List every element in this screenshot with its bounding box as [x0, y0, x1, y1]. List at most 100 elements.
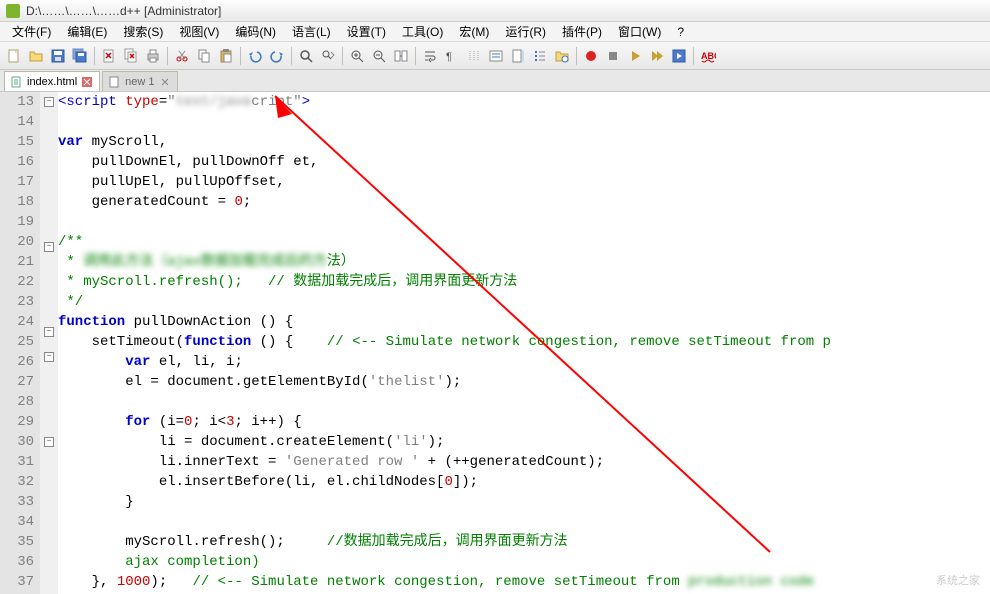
redo-icon[interactable]: [267, 46, 287, 66]
toolbar-separator: [415, 47, 416, 65]
code-line[interactable]: ajax completion): [58, 552, 990, 572]
code-line[interactable]: [58, 112, 990, 132]
code-line[interactable]: for (i=0; i<3; i++) {: [58, 412, 990, 432]
find-icon[interactable]: [296, 46, 316, 66]
code-line[interactable]: [58, 512, 990, 532]
app-icon: [6, 4, 20, 18]
doc-map-icon[interactable]: [508, 46, 528, 66]
code-area[interactable]: <script type="text/javacript"> var myScro…: [58, 92, 990, 594]
menu-file[interactable]: 文件(F): [4, 21, 59, 42]
toolbar-separator: [342, 47, 343, 65]
copy-icon[interactable]: [194, 46, 214, 66]
code-line[interactable]: myScroll.refresh(); //数据加载完成后，调用界面更新方法: [58, 532, 990, 552]
show-all-chars-icon[interactable]: ¶: [442, 46, 462, 66]
code-line[interactable]: li = document.createElement('li');: [58, 432, 990, 452]
menu-run[interactable]: 运行(R): [497, 21, 554, 42]
tab-label: new 1: [125, 76, 154, 88]
print-icon[interactable]: [143, 46, 163, 66]
cut-icon[interactable]: [172, 46, 192, 66]
code-line[interactable]: generatedCount = 0;: [58, 192, 990, 212]
sync-view-icon[interactable]: [391, 46, 411, 66]
code-line[interactable]: * 调用此方法（ajax数据加载完成后的方法）: [58, 252, 990, 272]
code-line[interactable]: }: [58, 492, 990, 512]
macro-stop-icon[interactable]: [603, 46, 623, 66]
titlebar: D:\……\……\……d++ [Administrator]: [0, 0, 990, 22]
code-line[interactable]: [58, 392, 990, 412]
tab-close-icon[interactable]: [81, 76, 93, 88]
menu-view[interactable]: 视图(V): [171, 21, 227, 42]
macro-play-multi-icon[interactable]: [647, 46, 667, 66]
fold-toggle[interactable]: −: [44, 352, 54, 362]
fold-toggle[interactable]: −: [44, 327, 54, 337]
tab-label: index.html: [27, 76, 77, 88]
user-lang-icon[interactable]: [486, 46, 506, 66]
code-editor[interactable]: 1314151617181920212223242526272829303132…: [0, 92, 990, 594]
zoom-in-icon[interactable]: [347, 46, 367, 66]
code-line[interactable]: li.innerText = 'Generated row ' + (++gen…: [58, 452, 990, 472]
menu-help[interactable]: ?: [669, 23, 692, 41]
code-line[interactable]: * myScroll.refresh(); // 数据加载完成后，调用界面更新方…: [58, 272, 990, 292]
menu-window[interactable]: 窗口(W): [610, 21, 669, 42]
code-line[interactable]: var el, li, i;: [58, 352, 990, 372]
toolbar-separator: [576, 47, 577, 65]
fold-toggle[interactable]: −: [44, 242, 54, 252]
code-line[interactable]: el.insertBefore(li, el.childNodes[0]);: [58, 472, 990, 492]
code-line[interactable]: [58, 212, 990, 232]
menu-encoding[interactable]: 编码(N): [227, 21, 284, 42]
save-icon[interactable]: [48, 46, 68, 66]
menu-language[interactable]: 语言(L): [284, 21, 339, 42]
code-line[interactable]: /**: [58, 232, 990, 252]
svg-text:¶: ¶: [446, 51, 452, 63]
code-line[interactable]: el = document.getElementById('thelist');: [58, 372, 990, 392]
zoom-out-icon[interactable]: [369, 46, 389, 66]
menubar: 文件(F) 编辑(E) 搜索(S) 视图(V) 编码(N) 语言(L) 设置(T…: [0, 22, 990, 42]
tabbar: index.html new 1: [0, 70, 990, 92]
macro-save-icon[interactable]: [669, 46, 689, 66]
menu-edit[interactable]: 编辑(E): [59, 21, 115, 42]
menu-settings[interactable]: 设置(T): [339, 21, 394, 42]
code-line[interactable]: }, 1000); // <-- Simulate network conges…: [58, 572, 990, 592]
toolbar: ¶ ABC: [0, 42, 990, 70]
svg-text:ABC: ABC: [701, 51, 716, 61]
app-window: D:\……\……\……d++ [Administrator] 文件(F) 编辑(…: [0, 0, 990, 594]
fold-toggle[interactable]: −: [44, 97, 54, 107]
indent-guide-icon[interactable]: [464, 46, 484, 66]
code-line[interactable]: pullUpEl, pullUpOffset,: [58, 172, 990, 192]
menu-search[interactable]: 搜索(S): [115, 21, 171, 42]
macro-play-icon[interactable]: [625, 46, 645, 66]
close-icon[interactable]: [99, 46, 119, 66]
code-line[interactable]: setTimeout(function () { // <-- Simulate…: [58, 332, 990, 352]
tab-close-icon[interactable]: [159, 76, 171, 88]
open-file-icon[interactable]: [26, 46, 46, 66]
menu-macro[interactable]: 宏(M): [451, 21, 497, 42]
code-line[interactable]: var myScroll,: [58, 132, 990, 152]
window-title: D:\……\……\……d++ [Administrator]: [26, 4, 221, 18]
toolbar-separator: [291, 47, 292, 65]
wordwrap-icon[interactable]: [420, 46, 440, 66]
replace-icon[interactable]: [318, 46, 338, 66]
menu-tools[interactable]: 工具(O): [394, 21, 451, 42]
undo-icon[interactable]: [245, 46, 265, 66]
code-line[interactable]: */: [58, 292, 990, 312]
menu-plugins[interactable]: 插件(P): [554, 21, 610, 42]
close-all-icon[interactable]: [121, 46, 141, 66]
folder-as-workspace-icon[interactable]: [552, 46, 572, 66]
tab-new-1[interactable]: new 1: [102, 71, 177, 91]
toolbar-separator: [94, 47, 95, 65]
file-icon: [11, 76, 23, 88]
save-all-icon[interactable]: [70, 46, 90, 66]
paste-icon[interactable]: [216, 46, 236, 66]
function-list-icon[interactable]: [530, 46, 550, 66]
toolbar-separator: [167, 47, 168, 65]
code-line[interactable]: function pullDownAction () {: [58, 312, 990, 332]
new-file-icon[interactable]: [4, 46, 24, 66]
tab-index-html[interactable]: index.html: [4, 71, 100, 91]
code-line[interactable]: <script type="text/javacript">: [58, 92, 990, 112]
fold-toggle[interactable]: −: [44, 437, 54, 447]
code-line[interactable]: pullDownEl, pullDownOff et,: [58, 152, 990, 172]
spellcheck-icon[interactable]: ABC: [698, 46, 718, 66]
macro-record-icon[interactable]: [581, 46, 601, 66]
toolbar-separator: [240, 47, 241, 65]
line-number-gutter: 1314151617181920212223242526272829303132…: [0, 92, 40, 594]
toolbar-separator: [693, 47, 694, 65]
